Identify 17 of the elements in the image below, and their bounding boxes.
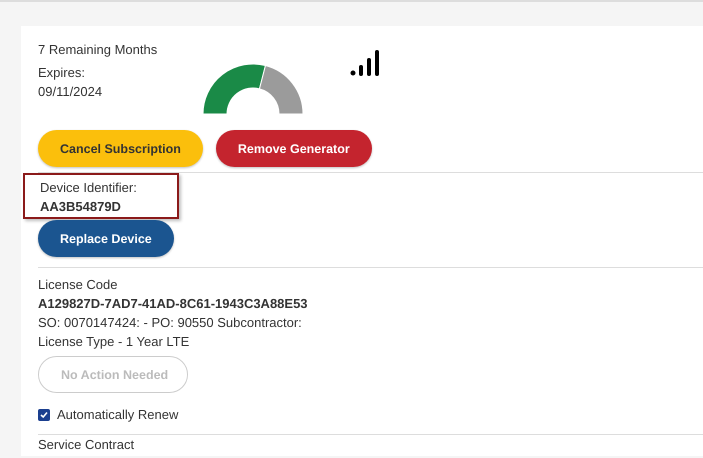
auto-renew-label: Automatically Renew: [57, 406, 178, 424]
expires-label: Expires:: [38, 64, 86, 82]
replace-device-button[interactable]: Replace Device: [38, 220, 174, 257]
device-identifier-value: AA3B54879D: [40, 198, 122, 216]
license-type: License Type - 1 Year LTE: [38, 333, 190, 351]
gauge-track: [258, 65, 303, 114]
expires-date: 09/11/2024: [38, 83, 104, 101]
signal-bars-icon: [350, 50, 380, 76]
license-code: A129827D-7AD7-41AD-8C61-1943C3A88E53: [38, 295, 309, 313]
action-button[interactable]: Cancel Subscription: [38, 130, 203, 167]
remaining-months: 7 Remaining Months: [38, 41, 158, 59]
action-button[interactable]: Remove Generator: [216, 130, 372, 167]
section-title: Service Contract: [38, 437, 136, 452]
license-code-label: License Code: [38, 276, 118, 294]
order-info: SO: 0070147424: - PO: 90550 Subcontractor:: [38, 314, 303, 332]
device-identifier-label: Device Identifier:: [40, 179, 137, 197]
checkbox[interactable]: [38, 408, 50, 420]
